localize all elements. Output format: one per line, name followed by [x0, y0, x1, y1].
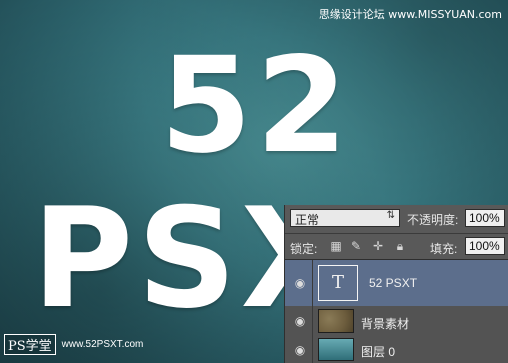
watermark-text: 思缘设计论坛 www.MISSYUAN.com: [318, 8, 502, 21]
badge-url: www.52PSXT.com: [61, 339, 144, 350]
lock-paint-icon[interactable]: ✎: [349, 239, 363, 253]
opacity-label: 不透明度:: [407, 213, 459, 227]
layer-divider: [312, 336, 313, 363]
blend-row: 正常 ⇅ 不透明度: 100%: [285, 205, 508, 234]
image-layer-thumbnail: [318, 338, 354, 361]
layer-divider: [312, 260, 313, 306]
layers-panel: 正常 ⇅ 不透明度: 100% 锁定: ▦ ✎ ✛ 🔒︎ 填充: 100% ◉ …: [285, 205, 508, 363]
layer-divider: [312, 306, 313, 336]
blend-mode-value: 正常: [295, 213, 320, 227]
layer-name: 图层 0: [361, 345, 396, 359]
blend-mode-select[interactable]: 正常 ⇅: [290, 209, 400, 227]
visibility-eye-icon[interactable]: ◉: [291, 276, 309, 290]
site-badge: PS学堂 www.52PSXT.com: [4, 334, 143, 355]
opacity-input[interactable]: 100%: [465, 209, 505, 227]
layer-name: 背景素材: [361, 317, 410, 331]
layer-name: 52 PSXT: [369, 276, 418, 290]
text-layer-thumbnail: T: [318, 265, 358, 301]
layer-row-background[interactable]: ◉ 图层 0: [285, 336, 508, 363]
visibility-eye-icon[interactable]: ◉: [291, 314, 309, 328]
fill-input[interactable]: 100%: [465, 237, 505, 255]
visibility-eye-icon[interactable]: ◉: [291, 343, 309, 357]
texture-layer-thumbnail: [318, 309, 354, 333]
lock-move-icon[interactable]: ✛: [371, 239, 385, 253]
layer-row-texture[interactable]: ◉ 背景素材: [285, 306, 508, 337]
lock-all-icon[interactable]: 🔒︎: [393, 239, 407, 253]
badge-brand: PS学堂: [4, 334, 56, 355]
lock-label: 锁定:: [290, 242, 318, 256]
updown-arrows-icon: ⇅: [386, 210, 395, 221]
lock-transparent-icon[interactable]: ▦: [329, 239, 343, 253]
canvas-text-52: 52: [160, 29, 352, 183]
lock-row: 锁定: ▦ ✎ ✛ 🔒︎ 填充: 100%: [285, 234, 508, 260]
fill-label: 填充:: [430, 242, 458, 256]
layer-row-text[interactable]: ◉ T 52 PSXT: [285, 260, 508, 307]
